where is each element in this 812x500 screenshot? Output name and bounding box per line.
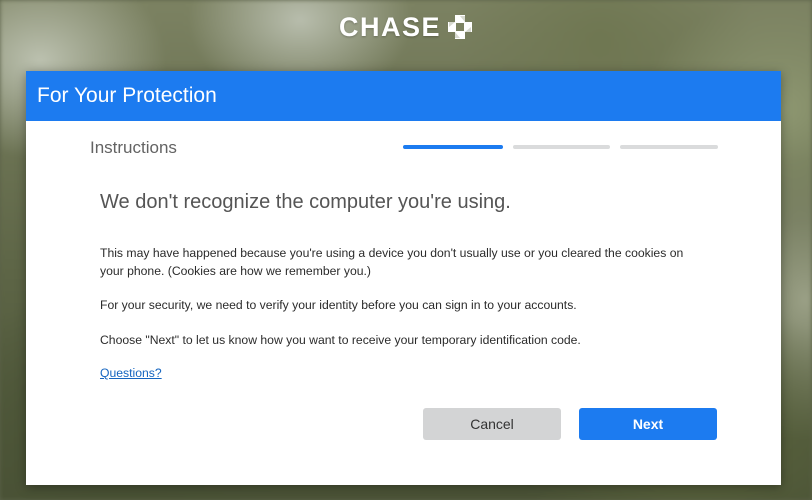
- progress-step-2: [513, 145, 610, 149]
- cancel-button[interactable]: Cancel: [423, 408, 561, 440]
- next-instruction-paragraph: Choose "Next" to let us know how you wan…: [100, 333, 581, 347]
- dialog-headline: We don't recognize the computer you're u…: [100, 191, 511, 213]
- step-progress: [403, 145, 718, 149]
- step-label: Instructions: [90, 138, 177, 157]
- next-button[interactable]: Next: [579, 408, 717, 440]
- security-paragraph: For your security, we need to verify you…: [100, 298, 577, 312]
- chase-logo: CHASE: [0, 10, 812, 44]
- chase-octagon-icon: [448, 15, 472, 39]
- dialog-title: For Your Protection: [37, 84, 217, 107]
- dialog-header: For Your Protection: [26, 71, 781, 121]
- protection-dialog: For Your Protection Instructions We don'…: [26, 71, 781, 485]
- progress-step-1: [403, 145, 503, 149]
- explanation-paragraph: This may have happened because you're us…: [100, 246, 684, 278]
- questions-link[interactable]: Questions?: [100, 366, 162, 380]
- progress-step-3: [620, 145, 718, 149]
- brand-name: CHASE: [338, 11, 441, 42]
